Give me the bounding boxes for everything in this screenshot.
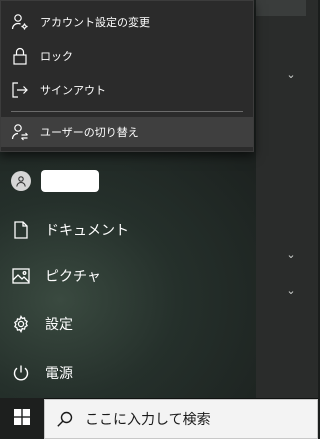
- taskbar: ここに入力して検索: [0, 398, 318, 439]
- windows-logo-icon: [14, 408, 30, 429]
- taskbar-search-box[interactable]: ここに入力して検索: [44, 399, 318, 439]
- nav-item-label: ドキュメント: [45, 223, 129, 239]
- nav-item-label: ピクチャ: [45, 269, 101, 285]
- picture-icon: [11, 266, 31, 286]
- nav-item-pictures[interactable]: ピクチャ: [0, 256, 256, 296]
- nav-item-power[interactable]: 電源: [0, 353, 256, 393]
- document-icon: [11, 220, 31, 240]
- start-menu-tile-area: [256, 0, 318, 398]
- nav-item-label: 設定: [45, 317, 73, 333]
- account-settings-label: アカウント設定の変更: [40, 16, 150, 29]
- chevron-down-icon[interactable]: ⌄: [284, 248, 298, 262]
- chevron-down-icon[interactable]: ⌄: [284, 68, 298, 82]
- avatar-icon: [11, 171, 31, 191]
- sign-out-item[interactable]: サインアウト: [1, 75, 253, 105]
- account-flyout-menu: アカウント設定の変更 ロック サインアウト ユーザーの切り替え: [0, 0, 254, 152]
- tile-area-header: [256, 0, 306, 16]
- start-button[interactable]: [0, 398, 44, 439]
- gear-icon: [11, 314, 31, 334]
- chevron-down-icon[interactable]: ⌄: [284, 284, 298, 298]
- switch-user-item[interactable]: ユーザーの切り替え: [1, 117, 253, 147]
- lock-item[interactable]: ロック: [1, 41, 253, 71]
- account-settings-item[interactable]: アカウント設定の変更: [1, 7, 253, 37]
- sign-out-icon: [10, 80, 30, 100]
- user-account-button[interactable]: [0, 166, 256, 196]
- search-placeholder: ここに入力して検索: [85, 412, 211, 428]
- user-name-redacted: [41, 170, 99, 192]
- power-icon: [11, 363, 31, 383]
- switch-user-icon: [10, 122, 30, 142]
- nav-item-settings[interactable]: 設定: [0, 304, 256, 344]
- account-settings-icon: [10, 12, 30, 32]
- lock-icon: [10, 46, 30, 66]
- switch-user-label: ユーザーの切り替え: [40, 126, 139, 139]
- flyout-divider: [11, 111, 243, 112]
- search-icon: [55, 409, 75, 429]
- nav-item-documents[interactable]: ドキュメント: [0, 210, 256, 250]
- lock-label: ロック: [40, 50, 73, 63]
- nav-item-label: 電源: [45, 366, 73, 382]
- sign-out-label: サインアウト: [40, 84, 106, 97]
